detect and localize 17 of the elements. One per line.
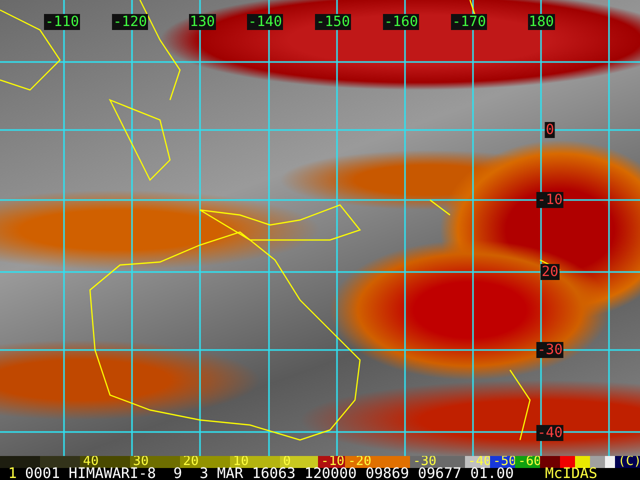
software-label: McIDAS (545, 468, 598, 480)
latitude-label: 0 (544, 122, 556, 138)
latitude-label: -30 (536, 342, 564, 358)
longitude-label: -170 (451, 14, 487, 30)
color-scale-label: 40 (80, 456, 130, 468)
latitude-label: -10 (536, 192, 564, 208)
longitude-label: -110 (44, 14, 80, 30)
latitude-label: -40 (536, 425, 564, 441)
frame-number: 1 (7, 468, 18, 480)
longitude-label: 130 (188, 14, 216, 30)
longitude-label: 180 (528, 14, 555, 30)
image-info: 0001 HIMAWARI-8 9 3 MAR 16063 120000 09869 09677 01.00 (25, 468, 515, 480)
latitude-label: 20 (540, 264, 560, 280)
longitude-label: -140 (247, 14, 283, 30)
longitude-label: -120 (112, 14, 148, 30)
longitude-label: -150 (315, 14, 351, 30)
longitude-label: -160 (383, 14, 419, 30)
